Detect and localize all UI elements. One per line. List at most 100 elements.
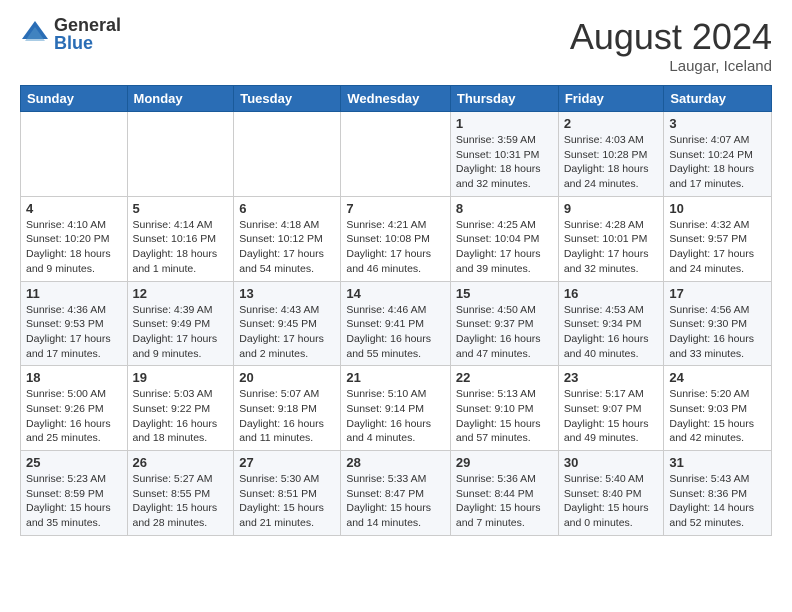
- day-info: Sunrise: 5:10 AM Sunset: 9:14 PM Dayligh…: [346, 387, 445, 446]
- month-title: August 2024: [570, 16, 772, 58]
- calendar-cell: 11 Sunrise: 4:36 AM Sunset: 9:53 PM Dayli…: [21, 281, 128, 366]
- calendar-cell: 4 Sunrise: 4:10 AM Sunset: 10:20 PM Dayli…: [21, 196, 128, 281]
- calendar-cell: 18Sunrise: 5:00 AM Sunset: 9:26 PM Dayli…: [21, 366, 128, 451]
- logo-general-label: General: [54, 16, 121, 34]
- day-info: Sunrise: 4:36 AM Sunset: 9:53 PM Dayligh…: [26, 303, 122, 362]
- calendar-day-header: Saturday: [664, 86, 772, 112]
- day-info: Sunrise: 4:56 AM Sunset: 9:30 PM Dayligh…: [669, 303, 766, 362]
- day-info: Sunrise: 4:07 AM Sunset: 10:24 PM Daylig…: [669, 133, 766, 192]
- calendar-cell: 17Sunrise: 4:56 AM Sunset: 9:30 PM Dayli…: [664, 281, 772, 366]
- calendar-cell: 2 Sunrise: 4:03 AM Sunset: 10:28 PM Dayli…: [558, 112, 664, 197]
- day-number: 1: [456, 116, 553, 131]
- calendar-cell: 30Sunrise: 5:40 AM Sunset: 8:40 PM Dayli…: [558, 451, 664, 536]
- header: General Blue August 2024 Laugar, Iceland: [20, 16, 772, 75]
- day-number: 9: [564, 201, 659, 216]
- day-number: 22: [456, 370, 553, 385]
- day-info: Sunrise: 5:20 AM Sunset: 9:03 PM Dayligh…: [669, 387, 766, 446]
- day-info: Sunrise: 4:50 AM Sunset: 9:37 PM Dayligh…: [456, 303, 553, 362]
- day-number: 13: [239, 286, 335, 301]
- day-number: 24: [669, 370, 766, 385]
- day-number: 5: [133, 201, 229, 216]
- calendar-day-header: Sunday: [21, 86, 128, 112]
- day-info: Sunrise: 5:03 AM Sunset: 9:22 PM Dayligh…: [133, 387, 229, 446]
- logo-blue-label: Blue: [54, 34, 121, 52]
- day-number: 18: [26, 370, 122, 385]
- calendar-cell: 8Sunrise: 4:25 AM Sunset: 10:04 PM Dayli…: [450, 196, 558, 281]
- day-number: 28: [346, 455, 445, 470]
- day-number: 31: [669, 455, 766, 470]
- day-info: Sunrise: 4:28 AM Sunset: 10:01 PM Daylig…: [564, 218, 659, 277]
- day-number: 20: [239, 370, 335, 385]
- day-number: 14: [346, 286, 445, 301]
- day-number: 19: [133, 370, 229, 385]
- calendar: SundayMondayTuesdayWednesdayThursdayFrid…: [20, 85, 772, 536]
- day-info: Sunrise: 3:59 AM Sunset: 10:31 PM Daylig…: [456, 133, 553, 192]
- calendar-cell: [21, 112, 128, 197]
- calendar-cell: 5 Sunrise: 4:14 AM Sunset: 10:16 PM Dayli…: [127, 196, 234, 281]
- day-number: 7: [346, 201, 445, 216]
- day-number: 4: [26, 201, 122, 216]
- calendar-cell: [234, 112, 341, 197]
- calendar-week-row: 1 Sunrise: 3:59 AM Sunset: 10:31 PM Dayli…: [21, 112, 772, 197]
- calendar-cell: [127, 112, 234, 197]
- day-number: 25: [26, 455, 122, 470]
- day-info: Sunrise: 4:14 AM Sunset: 10:16 PM Daylig…: [133, 218, 229, 277]
- logo: General Blue: [20, 16, 121, 52]
- calendar-cell: 12 Sunrise: 4:39 AM Sunset: 9:49 PM Dayli…: [127, 281, 234, 366]
- calendar-week-row: 18Sunrise: 5:00 AM Sunset: 9:26 PM Dayli…: [21, 366, 772, 451]
- calendar-cell: 9 Sunrise: 4:28 AM Sunset: 10:01 PM Dayli…: [558, 196, 664, 281]
- day-info: Sunrise: 4:46 AM Sunset: 9:41 PM Dayligh…: [346, 303, 445, 362]
- calendar-cell: 22 Sunrise: 5:13 AM Sunset: 9:10 PM Dayli…: [450, 366, 558, 451]
- calendar-cell: 19 Sunrise: 5:03 AM Sunset: 9:22 PM Dayli…: [127, 366, 234, 451]
- day-number: 3: [669, 116, 766, 131]
- day-number: 15: [456, 286, 553, 301]
- calendar-cell: 29Sunrise: 5:36 AM Sunset: 8:44 PM Dayli…: [450, 451, 558, 536]
- page: General Blue August 2024 Laugar, Iceland…: [0, 0, 792, 546]
- calendar-cell: 10Sunrise: 4:32 AM Sunset: 9:57 PM Dayli…: [664, 196, 772, 281]
- calendar-cell: [341, 112, 451, 197]
- logo-icon: [20, 19, 50, 49]
- day-number: 16: [564, 286, 659, 301]
- calendar-day-header: Wednesday: [341, 86, 451, 112]
- day-info: Sunrise: 4:03 AM Sunset: 10:28 PM Daylig…: [564, 133, 659, 192]
- day-info: Sunrise: 4:25 AM Sunset: 10:04 PM Daylig…: [456, 218, 553, 277]
- day-info: Sunrise: 4:10 AM Sunset: 10:20 PM Daylig…: [26, 218, 122, 277]
- calendar-cell: 26 Sunrise: 5:27 AM Sunset: 8:55 PM Dayli…: [127, 451, 234, 536]
- calendar-cell: 21Sunrise: 5:10 AM Sunset: 9:14 PM Dayli…: [341, 366, 451, 451]
- day-number: 26: [133, 455, 229, 470]
- calendar-cell: 13 Sunrise: 4:43 AM Sunset: 9:45 PM Dayli…: [234, 281, 341, 366]
- day-number: 2: [564, 116, 659, 131]
- day-info: Sunrise: 5:17 AM Sunset: 9:07 PM Dayligh…: [564, 387, 659, 446]
- calendar-day-header: Thursday: [450, 86, 558, 112]
- calendar-cell: 14 Sunrise: 4:46 AM Sunset: 9:41 PM Dayli…: [341, 281, 451, 366]
- day-info: Sunrise: 5:07 AM Sunset: 9:18 PM Dayligh…: [239, 387, 335, 446]
- day-number: 23: [564, 370, 659, 385]
- day-number: 11: [26, 286, 122, 301]
- day-number: 10: [669, 201, 766, 216]
- day-info: Sunrise: 5:27 AM Sunset: 8:55 PM Dayligh…: [133, 472, 229, 531]
- logo-text: General Blue: [54, 16, 121, 52]
- calendar-week-row: 4 Sunrise: 4:10 AM Sunset: 10:20 PM Dayli…: [21, 196, 772, 281]
- day-number: 12: [133, 286, 229, 301]
- day-info: Sunrise: 5:36 AM Sunset: 8:44 PM Dayligh…: [456, 472, 553, 531]
- calendar-cell: 7Sunrise: 4:21 AM Sunset: 10:08 PM Dayli…: [341, 196, 451, 281]
- day-info: Sunrise: 4:18 AM Sunset: 10:12 PM Daylig…: [239, 218, 335, 277]
- calendar-cell: 20 Sunrise: 5:07 AM Sunset: 9:18 PM Dayli…: [234, 366, 341, 451]
- calendar-day-header: Friday: [558, 86, 664, 112]
- day-info: Sunrise: 5:13 AM Sunset: 9:10 PM Dayligh…: [456, 387, 553, 446]
- calendar-header-row: SundayMondayTuesdayWednesdayThursdayFrid…: [21, 86, 772, 112]
- day-info: Sunrise: 5:40 AM Sunset: 8:40 PM Dayligh…: [564, 472, 659, 531]
- day-info: Sunrise: 4:43 AM Sunset: 9:45 PM Dayligh…: [239, 303, 335, 362]
- location: Laugar, Iceland: [570, 58, 772, 75]
- day-info: Sunrise: 4:53 AM Sunset: 9:34 PM Dayligh…: [564, 303, 659, 362]
- calendar-cell: 6 Sunrise: 4:18 AM Sunset: 10:12 PM Dayli…: [234, 196, 341, 281]
- day-number: 27: [239, 455, 335, 470]
- day-info: Sunrise: 5:30 AM Sunset: 8:51 PM Dayligh…: [239, 472, 335, 531]
- day-info: Sunrise: 4:39 AM Sunset: 9:49 PM Dayligh…: [133, 303, 229, 362]
- day-number: 6: [239, 201, 335, 216]
- calendar-cell: 27 Sunrise: 5:30 AM Sunset: 8:51 PM Dayli…: [234, 451, 341, 536]
- calendar-day-header: Monday: [127, 86, 234, 112]
- calendar-cell: 16 Sunrise: 4:53 AM Sunset: 9:34 PM Dayli…: [558, 281, 664, 366]
- calendar-cell: 15 Sunrise: 4:50 AM Sunset: 9:37 PM Dayli…: [450, 281, 558, 366]
- day-info: Sunrise: 5:23 AM Sunset: 8:59 PM Dayligh…: [26, 472, 122, 531]
